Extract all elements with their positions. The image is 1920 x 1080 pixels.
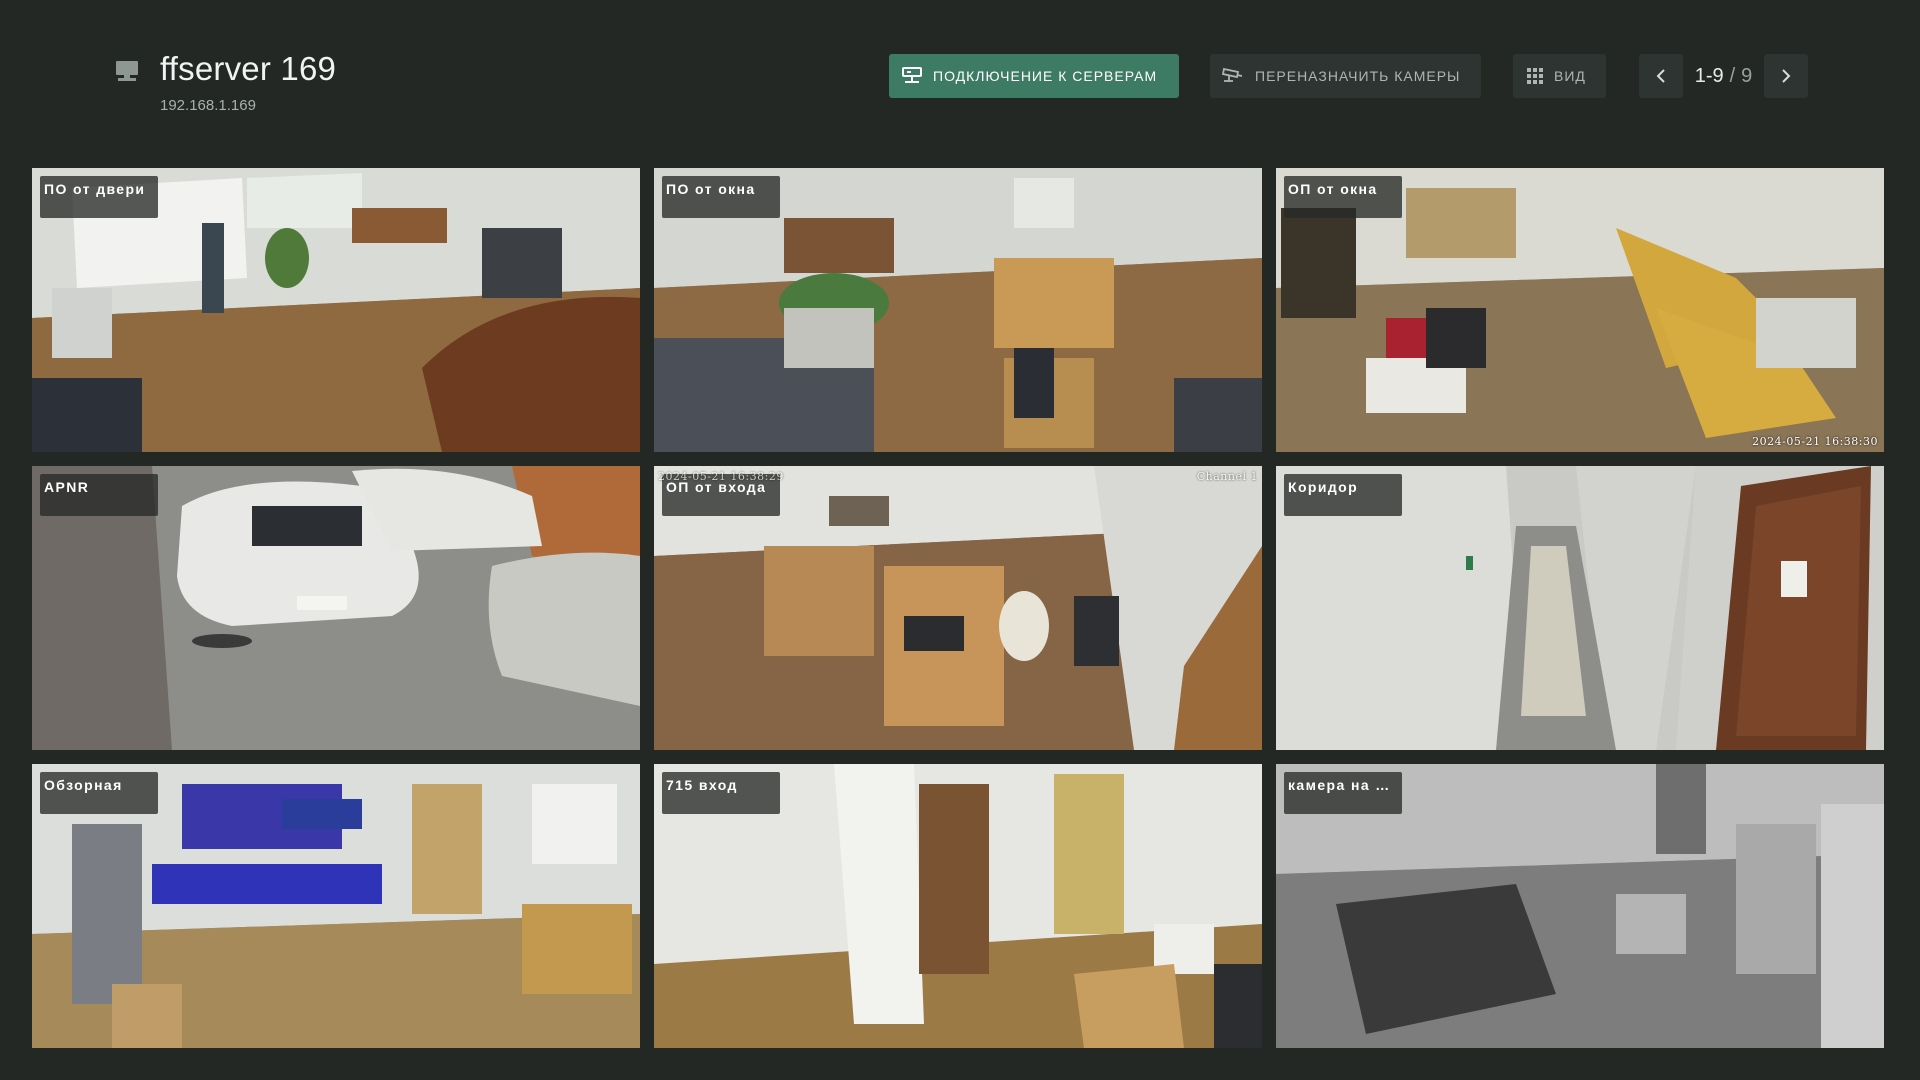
camera-label: Обзорная — [40, 772, 158, 814]
camera-tile[interactable]: ОП от окна 2024-05-21 16:38:30 — [1276, 168, 1884, 452]
camera-tile[interactable]: 715 вход — [654, 764, 1262, 1048]
camera-tile[interactable]: Обзорная — [32, 764, 640, 1048]
view-button[interactable]: Вид — [1513, 54, 1606, 98]
camera-label: 715 вход — [662, 772, 780, 814]
camera-tile[interactable]: Коридор — [1276, 466, 1884, 750]
view-label: Вид — [1554, 68, 1586, 84]
camera-timestamp: 2024-05-21 16:38:30 — [1752, 435, 1878, 448]
server-connect-icon — [902, 67, 922, 83]
page-range: 1-9 — [1694, 64, 1724, 87]
camera-tile[interactable]: ПО от окна — [654, 168, 1262, 452]
camera-channel: Channel 1 — [1196, 470, 1258, 483]
camera-label: APNR — [40, 474, 158, 516]
monitor-icon — [116, 61, 138, 81]
page-separator: / — [1729, 64, 1736, 87]
camera-label: ПО от окна — [662, 176, 780, 218]
camera-label: Коридор — [1284, 474, 1402, 516]
camera-tile[interactable]: APNR — [32, 466, 640, 750]
server-name: ffserver 169 — [160, 50, 337, 87]
camera-label: ОП от окна — [1284, 176, 1402, 218]
page-indicator: 1-9 / 9 — [1683, 54, 1764, 98]
reassign-cameras-button[interactable]: Переназначить камеры — [1210, 54, 1481, 98]
connect-servers-label: Подключение к серверам — [933, 68, 1158, 84]
previous-page-button[interactable] — [1639, 54, 1683, 98]
page-total: 9 — [1741, 64, 1753, 87]
reassign-cameras-label: Переназначить камеры — [1255, 68, 1461, 84]
camera-label: камера на … — [1284, 772, 1402, 814]
camera-grid: ПО от двери ПО от окна ОП от окна 2024-0… — [32, 168, 1884, 1048]
camera-tile[interactable]: ОП от входа 2024-05-21 16:38:29 Channel … — [654, 466, 1262, 750]
chevron-right-icon — [1782, 69, 1791, 83]
connect-servers-button[interactable]: Подключение к серверам — [889, 54, 1179, 98]
camera-cctv-icon — [1221, 67, 1243, 82]
camera-timestamp: 2024-05-21 16:38:29 — [658, 470, 784, 483]
camera-label: ПО от двери — [40, 176, 158, 218]
grid-icon — [1527, 68, 1543, 84]
camera-tile[interactable]: ПО от двери — [32, 168, 640, 452]
chevron-left-icon — [1656, 69, 1665, 83]
next-page-button[interactable] — [1764, 54, 1808, 98]
camera-tile[interactable]: камера на … — [1276, 764, 1884, 1048]
server-ip: 192.168.1.169 — [160, 97, 256, 114]
